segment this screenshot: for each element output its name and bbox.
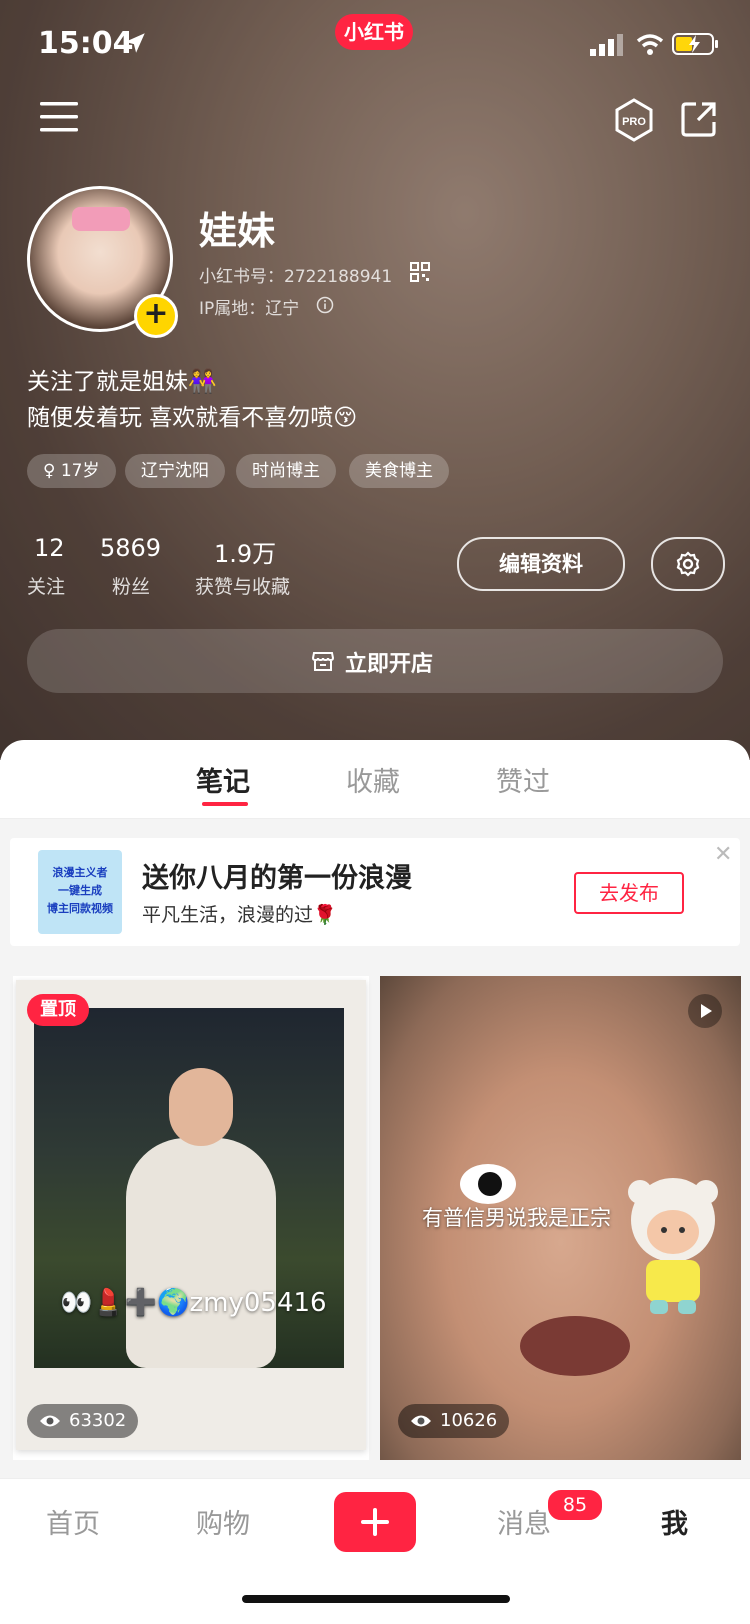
followers-label[interactable]: 粉丝 — [112, 572, 150, 599]
settings-button[interactable] — [651, 537, 725, 591]
info-icon[interactable] — [316, 296, 334, 314]
status-time: 15:04 — [38, 26, 134, 61]
home-indicator — [242, 1595, 510, 1603]
tag-age: ♀ 17岁 — [27, 454, 116, 488]
shop-icon — [311, 652, 335, 671]
svg-text:PRO: PRO — [622, 116, 646, 128]
share-icon[interactable] — [680, 100, 718, 138]
cellular-signal-icon — [590, 34, 623, 56]
nav-shopping[interactable]: 购物 — [196, 1502, 250, 1541]
likes-count[interactable]: 1.9万 — [214, 534, 276, 569]
battery-charging-icon — [672, 33, 718, 55]
location-arrow-icon — [125, 33, 145, 53]
create-post-button[interactable] — [334, 1492, 416, 1552]
edit-profile-button[interactable]: 编辑资料 — [457, 537, 625, 591]
promo-title: 送你八月的第一份浪漫 — [142, 863, 412, 894]
eye-icon — [411, 1415, 431, 1427]
following-count[interactable]: 12 — [34, 534, 65, 562]
eye-icon — [40, 1415, 60, 1427]
view-count-value: 63302 — [69, 1410, 127, 1431]
app-logo: 小红书 — [335, 14, 413, 50]
bear-sticker-icon — [628, 1178, 718, 1314]
profile-bio-line: 关注了就是姐妹👭 — [27, 369, 217, 395]
messages-badge: 85 — [546, 1488, 604, 1522]
tab-notes[interactable]: 笔记 — [196, 760, 250, 799]
tab-liked[interactable]: 赞过 — [496, 760, 550, 799]
gear-icon — [676, 551, 700, 577]
qr-code-icon[interactable] — [410, 262, 430, 282]
pro-badge-icon[interactable]: PRO — [614, 98, 654, 142]
open-shop-label[interactable]: 立即开店 — [345, 646, 433, 678]
profile-nickname: 娃妹 — [199, 209, 276, 253]
following-label[interactable]: 关注 — [27, 572, 65, 599]
promo-thumbnail-text: 一键生成 — [58, 884, 102, 897]
nav-me[interactable]: 我 — [661, 1502, 688, 1541]
tab-collections[interactable]: 收藏 — [346, 760, 400, 799]
note-overlay-text: 👀💄➕🌍zmy05416 — [60, 1288, 327, 1318]
followers-count[interactable]: 5869 — [100, 534, 161, 562]
promo-thumbnail: 浪漫主义者 一键生成 博主同款视频 — [38, 850, 122, 934]
wifi-icon — [636, 34, 664, 55]
note-overlay-text: 有普信男说我是正宗 — [422, 1206, 611, 1230]
ip-location: IP属地：辽宁 — [199, 299, 300, 319]
add-avatar-button[interactable]: + — [134, 294, 178, 338]
likes-label[interactable]: 获赞与收藏 — [195, 572, 290, 599]
publish-button[interactable]: 去发布 — [574, 872, 684, 914]
tag-food: 美食博主 — [349, 454, 449, 488]
view-count: 63302 — [27, 1404, 139, 1438]
view-count-value: 10626 — [440, 1410, 498, 1431]
close-icon[interactable]: ✕ — [714, 842, 732, 867]
menu-icon[interactable] — [40, 100, 78, 134]
tag-fashion: 时尚博主 — [236, 454, 336, 488]
tag-location: 辽宁沈阳 — [125, 454, 225, 488]
promo-thumbnail-text: 博主同款视频 — [47, 902, 113, 915]
profile-bio-line: 随便发着玩 喜欢就看不喜勿喷😚 — [27, 405, 358, 431]
view-count: 10626 — [398, 1404, 510, 1438]
promo-thumbnail-text: 浪漫主义者 — [52, 866, 108, 879]
nav-messages[interactable]: 消息 — [497, 1502, 551, 1541]
profile-id: 小红书号：2722188941 — [199, 267, 393, 287]
promo-subtitle: 平凡生活，浪漫的过🌹 — [142, 904, 337, 926]
pinned-badge: 置顶 — [27, 994, 89, 1026]
video-play-icon — [688, 994, 722, 1028]
active-tab-indicator — [202, 802, 248, 806]
nav-home[interactable]: 首页 — [46, 1502, 100, 1541]
